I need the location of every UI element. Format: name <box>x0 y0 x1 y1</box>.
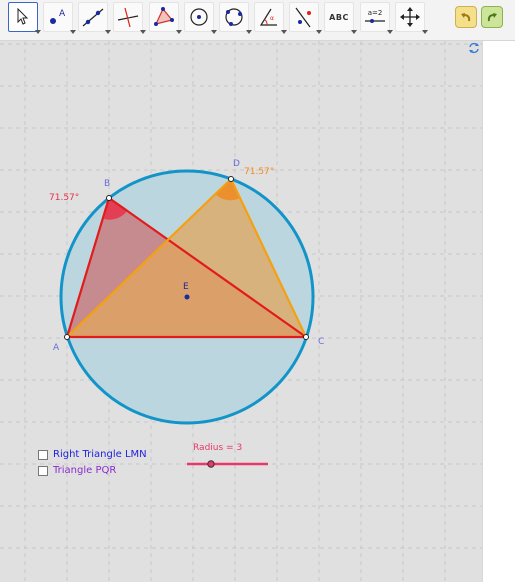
label-c: C <box>318 337 324 347</box>
checkbox-lmn-box[interactable] <box>38 449 48 460</box>
slider-icon: a=2 <box>365 9 385 23</box>
text-tool-button[interactable]: ABC <box>324 2 357 34</box>
label-b: B <box>104 179 110 189</box>
angle-b-label: 71.57° <box>49 193 79 203</box>
point-c <box>303 334 309 340</box>
point-tool-button[interactable]: A <box>43 2 76 34</box>
checkbox-lmn-label: Right Triangle LMN <box>53 449 147 460</box>
point-e <box>184 294 190 300</box>
svg-text:α: α <box>270 15 274 22</box>
point-icon: A <box>50 9 66 24</box>
label-e: E <box>183 282 189 292</box>
undo-button[interactable] <box>455 6 477 28</box>
right-panel-strip <box>482 41 515 582</box>
reflect-tool-button[interactable] <box>289 2 322 34</box>
polygon-tool-button[interactable] <box>149 2 182 34</box>
point-a <box>64 334 70 340</box>
geometry-drawing: A B C D E 71.57° 71.57° <box>0 41 482 582</box>
circle-three-points-tool-button[interactable] <box>219 2 252 34</box>
checkbox-right-triangle-lmn[interactable]: Right Triangle LMN <box>38 449 147 460</box>
toolbar: A α ABC a=2 <box>0 0 515 41</box>
label-a: A <box>53 343 60 353</box>
checkbox-triangle-pqr[interactable]: Triangle PQR <box>38 465 116 476</box>
text-tool-label: ABC <box>329 12 349 22</box>
point-d <box>228 176 234 182</box>
angle-d-label: 71.57° <box>244 167 274 177</box>
move-graphics-view-tool-button[interactable] <box>395 2 428 34</box>
circle-tool-button[interactable] <box>184 2 217 34</box>
angle-tool-button[interactable]: α <box>254 2 287 34</box>
redo-button[interactable] <box>481 6 503 28</box>
checkbox-pqr-label: Triangle PQR <box>53 465 117 476</box>
svg-text:A: A <box>59 9 66 19</box>
cursor-arrow-icon <box>17 8 29 25</box>
move-tool-button[interactable] <box>8 2 41 34</box>
label-d: D <box>233 159 240 169</box>
line-icon <box>82 8 104 27</box>
radius-slider-label: Radius = 3 <box>193 443 243 453</box>
undo-icon <box>461 13 471 22</box>
radius-slider <box>187 460 268 468</box>
angle-icon: α <box>259 8 277 26</box>
redo-icon <box>487 13 497 22</box>
reflect-line-icon <box>295 7 311 28</box>
line-tool-button[interactable] <box>78 2 111 34</box>
move-arrows-icon <box>400 7 420 27</box>
polygon-icon <box>154 7 174 26</box>
perpendicular-tool-button[interactable] <box>113 2 146 34</box>
graphics-view[interactable]: A B C D E 71.57° 71.57° Radius = 3 Right… <box>0 41 482 582</box>
slider-tool-button[interactable]: a=2 <box>360 2 393 34</box>
refresh-icon[interactable] <box>468 42 480 54</box>
circle-three-points-icon <box>225 8 243 26</box>
checkbox-pqr-box[interactable] <box>38 465 48 476</box>
circle-center-point-icon <box>190 8 208 26</box>
point-b <box>106 195 112 201</box>
slider-tool-label: a=2 <box>368 9 383 17</box>
radius-slider-handle <box>207 460 215 468</box>
perpendicular-line-icon <box>117 7 139 28</box>
